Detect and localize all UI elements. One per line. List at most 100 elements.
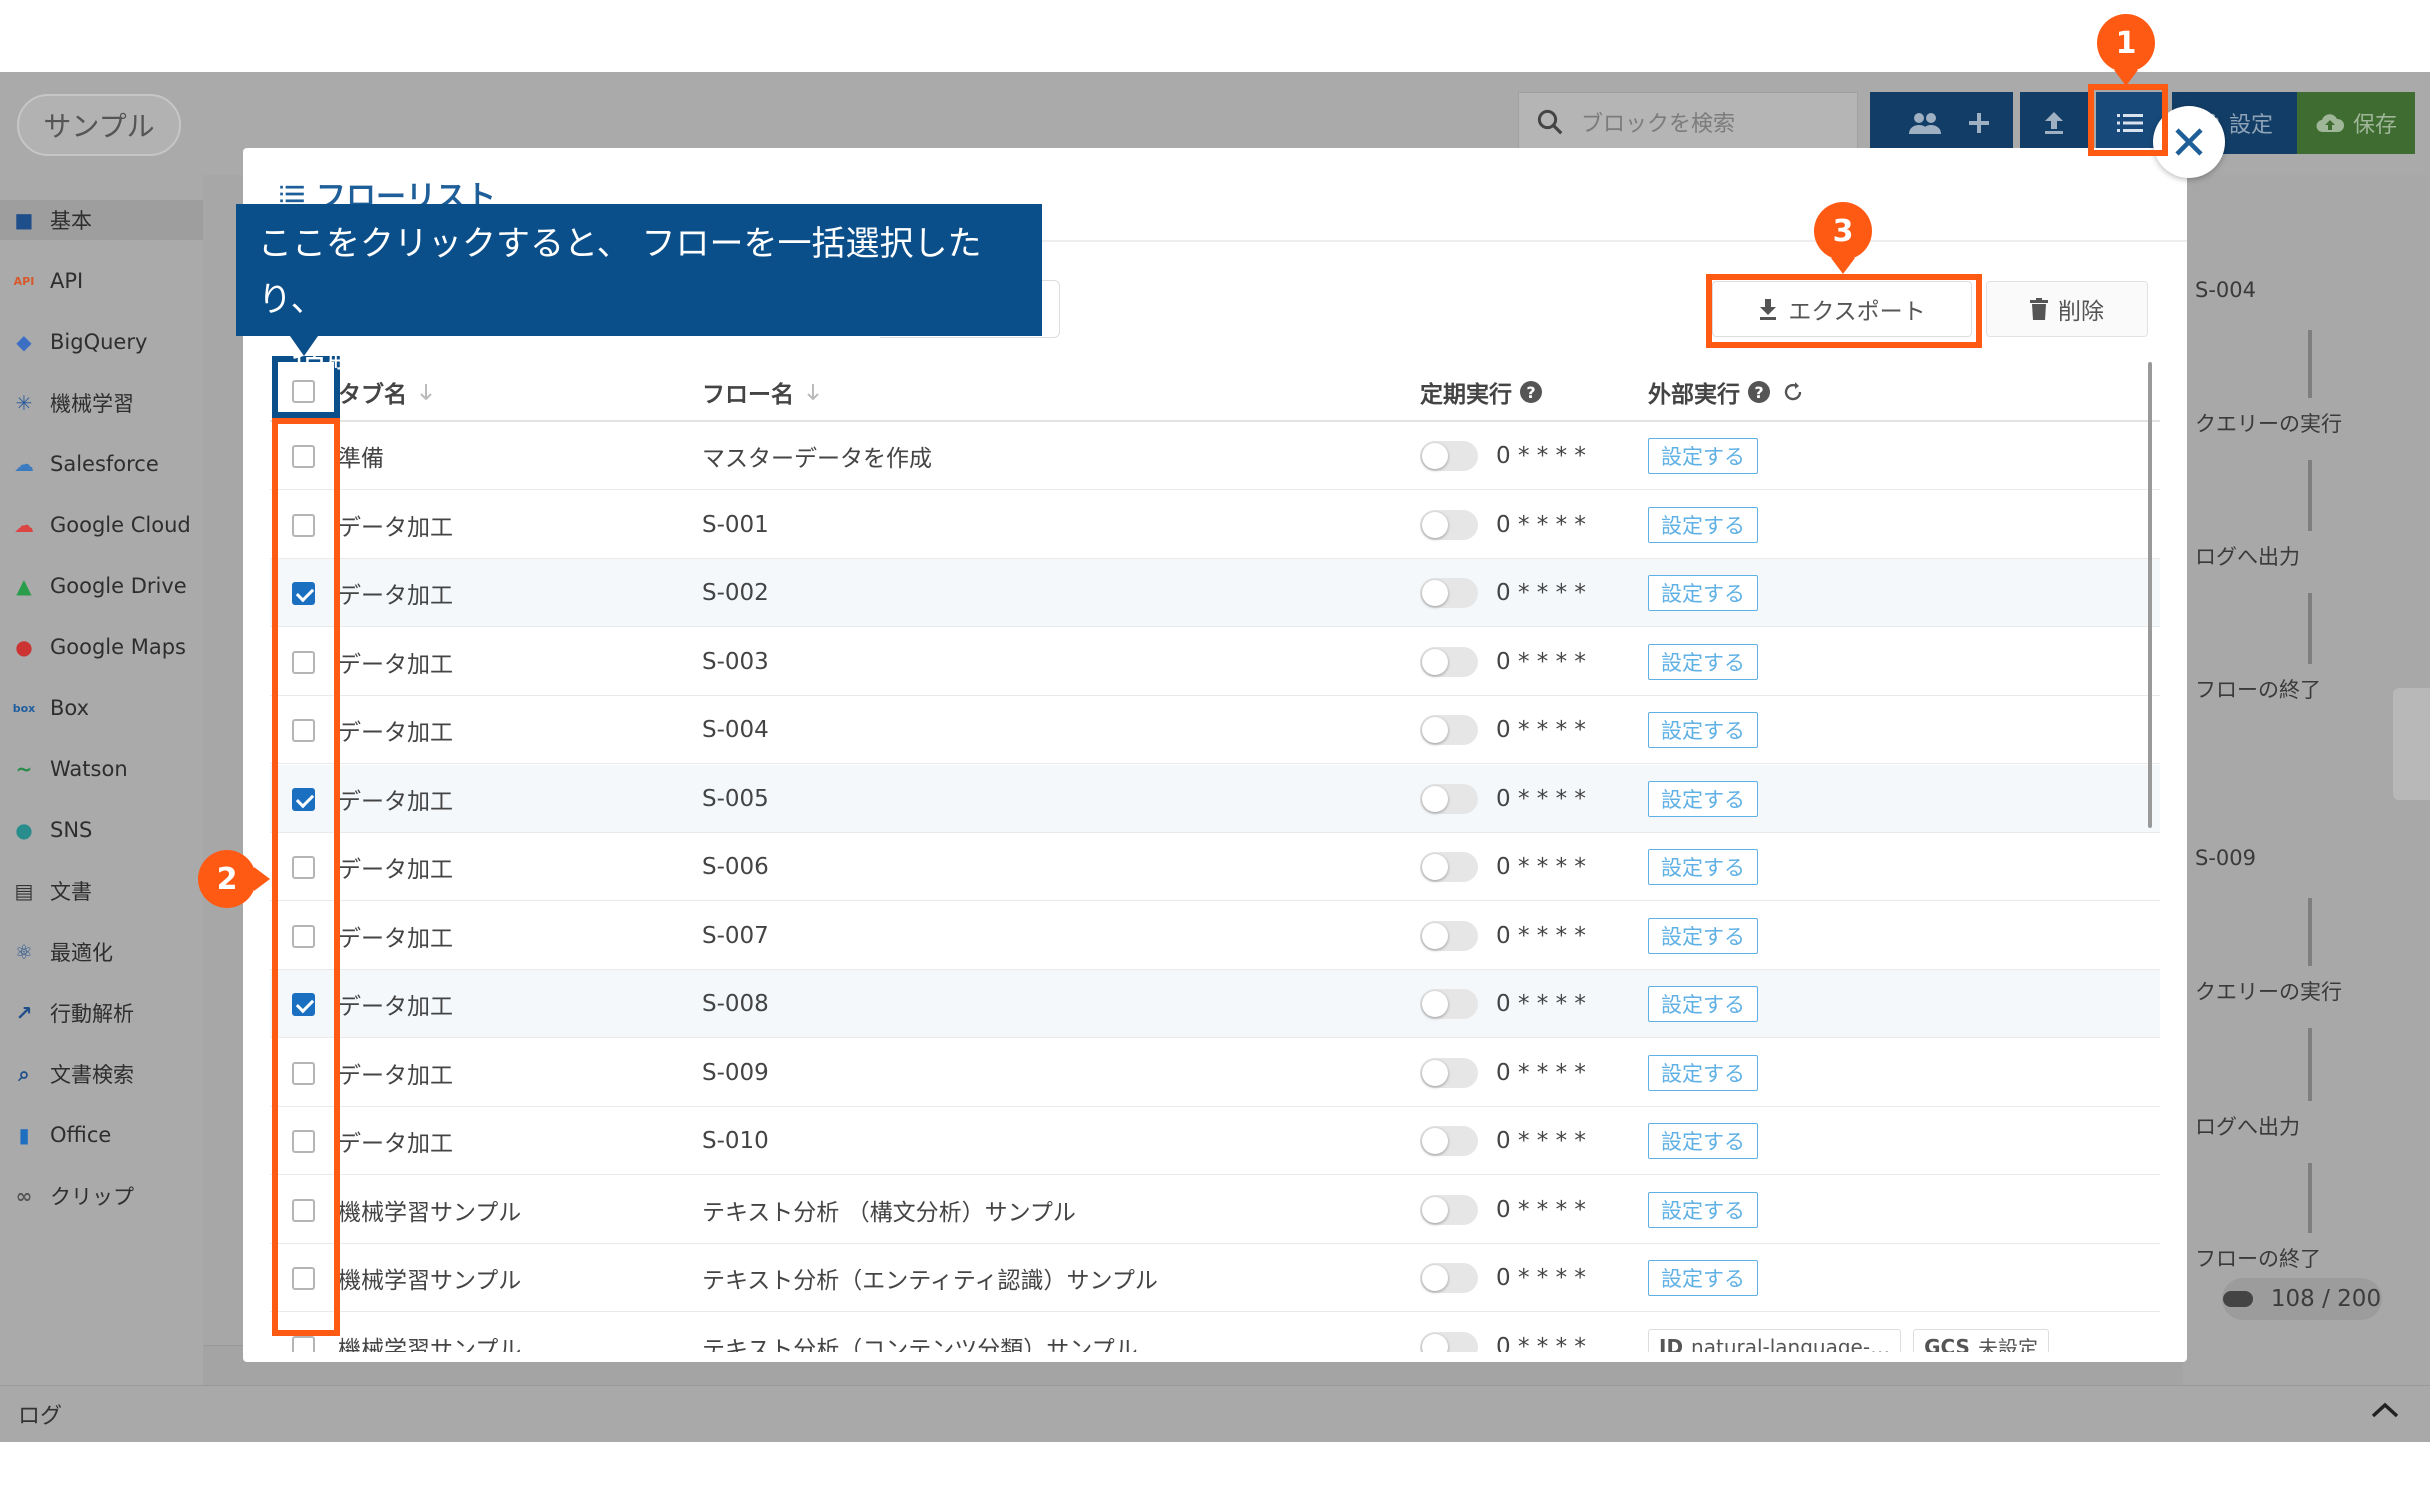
gcs-chip[interactable]: GCS 未設定: [1913, 1328, 2049, 1352]
schedule-toggle[interactable]: [1420, 715, 1478, 745]
search-icon: [1537, 109, 1563, 135]
tab-name: データ加工: [338, 857, 453, 883]
configure-external-button[interactable]: 設定する: [1648, 1260, 1758, 1296]
table-row[interactable]: 機械学習サンプル テキスト分析（エンティティ認識）サンプル 0 * * * * 設定す…: [270, 1244, 2160, 1312]
block-counter: 108 / 200: [2222, 1278, 2382, 1320]
flow-node[interactable]: ログへ出力: [2195, 1111, 2300, 1141]
sidebar-item-12[interactable]: ⚛ 最適化: [10, 932, 113, 972]
table-row[interactable]: 機械学習サンプル テキスト分析 （構文分析）サンプル 0 * * * * 設定する: [270, 1176, 2160, 1244]
sidebar-item-13[interactable]: ↗ 行動解析: [10, 993, 134, 1033]
sidebar-item-9[interactable]: ~ Watson: [10, 749, 128, 789]
upload-button[interactable]: [2020, 92, 2088, 154]
sidebar-item-3[interactable]: ✳ 機械学習: [10, 383, 134, 423]
delete-button[interactable]: 削除: [1986, 281, 2148, 337]
schedule-toggle[interactable]: [1420, 852, 1478, 882]
flow-node[interactable]: クエリーの実行: [2195, 976, 2342, 1006]
chevron-up-icon[interactable]: [2370, 1400, 2400, 1420]
help-icon[interactable]: ?: [1520, 381, 1542, 403]
table-row[interactable]: データ加工 S-005 0 * * * * 設定する: [270, 764, 2160, 833]
table-row[interactable]: データ加工 S-003 0 * * * * 設定する: [270, 628, 2160, 696]
flow-node[interactable]: S-009: [2195, 846, 2256, 870]
configure-external-button[interactable]: 設定する: [1648, 575, 1758, 611]
project-name[interactable]: サンプル: [17, 94, 181, 156]
configure-external-button[interactable]: 設定する: [1648, 1191, 1758, 1228]
sidebar-item-0[interactable]: ■ 基本: [0, 200, 203, 240]
schedule-toggle[interactable]: [1420, 783, 1478, 814]
table-scrollbar[interactable]: [2148, 362, 2152, 828]
schedule-toggle[interactable]: [1420, 646, 1478, 677]
configure-external-button[interactable]: 設定する: [1648, 986, 1758, 1022]
table-row[interactable]: 機械学習サンプル テキスト分析（コンテンツ分類）サンプル 0 * * * * ID na…: [270, 1313, 2160, 1352]
schedule-toggle[interactable]: [1420, 509, 1478, 540]
schedule-toggle[interactable]: [1420, 1126, 1478, 1156]
add-button[interactable]: [1945, 92, 2013, 154]
cron-expression: 0 * * * *: [1496, 922, 1586, 949]
schedule-toggle[interactable]: [1420, 989, 1478, 1019]
configure-external-button[interactable]: 設定する: [1648, 643, 1758, 680]
sidebar-item-11[interactable]: ▤ 文書: [10, 871, 92, 911]
sidebar-item-8[interactable]: box Box: [10, 688, 89, 728]
sns-icon: ●: [15, 818, 33, 842]
tab-name-cell: データ加工: [338, 833, 453, 901]
upload-icon: [2045, 112, 2063, 134]
tab-name-cell: データ加工: [338, 559, 453, 627]
schedule-toggle[interactable]: [1420, 578, 1478, 608]
sidebar-item-label: 文書検索: [50, 1063, 134, 1087]
sidebar-item-5[interactable]: ☁ Google Cloud: [10, 505, 191, 545]
flow-node[interactable]: フローの終了: [2195, 674, 2321, 704]
configure-external-button[interactable]: 設定する: [1648, 917, 1758, 954]
table-row[interactable]: データ加工 S-010 0 * * * * 設定する: [270, 1107, 2160, 1175]
table-row[interactable]: データ加工 S-001 0 * * * * 設定する: [270, 491, 2160, 559]
row-checkbox[interactable]: [292, 1335, 315, 1352]
table-row[interactable]: データ加工 S-004 0 * * * * 設定する: [270, 696, 2160, 764]
panel-collapse-handle[interactable]: [2393, 688, 2430, 800]
table-row[interactable]: データ加工 S-006 0 * * * * 設定する: [270, 833, 2160, 901]
configure-external-button[interactable]: 設定する: [1648, 506, 1758, 543]
external-cell: 設定する: [1648, 559, 1758, 627]
api-icon: API: [13, 274, 35, 288]
sidebar-item-14[interactable]: ⌕ 文書検索: [10, 1054, 134, 1094]
sidebar-item-6[interactable]: ▲ Google Drive: [10, 566, 186, 606]
flow-name-cell: S-010: [702, 1107, 769, 1175]
block-search-input[interactable]: ブロックを検索: [1518, 92, 1858, 152]
schedule-toggle[interactable]: [1420, 1331, 1478, 1352]
tab-name: データ加工: [338, 583, 453, 609]
id-chip[interactable]: ID natural-language-…: [1648, 1328, 1902, 1352]
table-row[interactable]: 準備 マスターデータを作成 0 * * * * 設定する: [270, 422, 2160, 490]
help-icon[interactable]: ?: [1748, 381, 1770, 403]
schedule-toggle[interactable]: [1420, 1057, 1478, 1088]
configure-external-button[interactable]: 設定する: [1648, 438, 1758, 474]
schedule-cell: 0 * * * *: [1420, 1039, 1586, 1107]
tooltip-pointer: [290, 336, 318, 356]
flow-node[interactable]: S-004: [2195, 278, 2256, 302]
sidebar-item-7[interactable]: ● Google Maps: [10, 627, 186, 667]
configure-external-button[interactable]: 設定する: [1648, 1054, 1758, 1091]
sidebar-item-4[interactable]: ☁ Salesforce: [10, 444, 159, 484]
schedule-cell: 0 * * * *: [1420, 902, 1586, 970]
flow-name-cell: S-007: [702, 902, 769, 970]
schedule-toggle[interactable]: [1420, 1263, 1478, 1293]
save-button[interactable]: 保存: [2297, 92, 2415, 154]
log-bar[interactable]: ログ: [0, 1385, 2430, 1442]
configure-external-button[interactable]: 設定する: [1648, 780, 1758, 817]
sidebar-item-2[interactable]: ◆ BigQuery: [10, 322, 147, 362]
configure-external-button[interactable]: 設定する: [1648, 1123, 1758, 1159]
sidebar-item-15[interactable]: ▮ Office: [10, 1115, 111, 1155]
table-row[interactable]: データ加工 S-002 0 * * * * 設定する: [270, 559, 2160, 627]
sidebar-item-16[interactable]: ∞ クリップ: [10, 1176, 134, 1216]
flow-node[interactable]: クエリーの実行: [2195, 408, 2342, 438]
flow-node[interactable]: フローの終了: [2195, 1243, 2321, 1273]
configure-external-button[interactable]: 設定する: [1648, 712, 1758, 748]
sidebar-item-1[interactable]: API API: [10, 261, 84, 301]
table-row[interactable]: データ加工 S-009 0 * * * * 設定する: [270, 1039, 2160, 1107]
refresh-icon[interactable]: [1782, 381, 1804, 403]
schedule-toggle[interactable]: [1420, 920, 1478, 951]
table-row[interactable]: データ加工 S-008 0 * * * * 設定する: [270, 970, 2160, 1038]
table-row[interactable]: データ加工 S-007 0 * * * * 設定する: [270, 902, 2160, 970]
flow-node[interactable]: ログへ出力: [2195, 541, 2300, 571]
schedule-toggle[interactable]: [1420, 441, 1478, 471]
sidebar-item-10[interactable]: ● SNS: [10, 810, 92, 850]
configure-external-button[interactable]: 設定する: [1648, 849, 1758, 885]
schedule-toggle[interactable]: [1420, 1194, 1478, 1225]
flow-name: S-007: [702, 922, 769, 949]
